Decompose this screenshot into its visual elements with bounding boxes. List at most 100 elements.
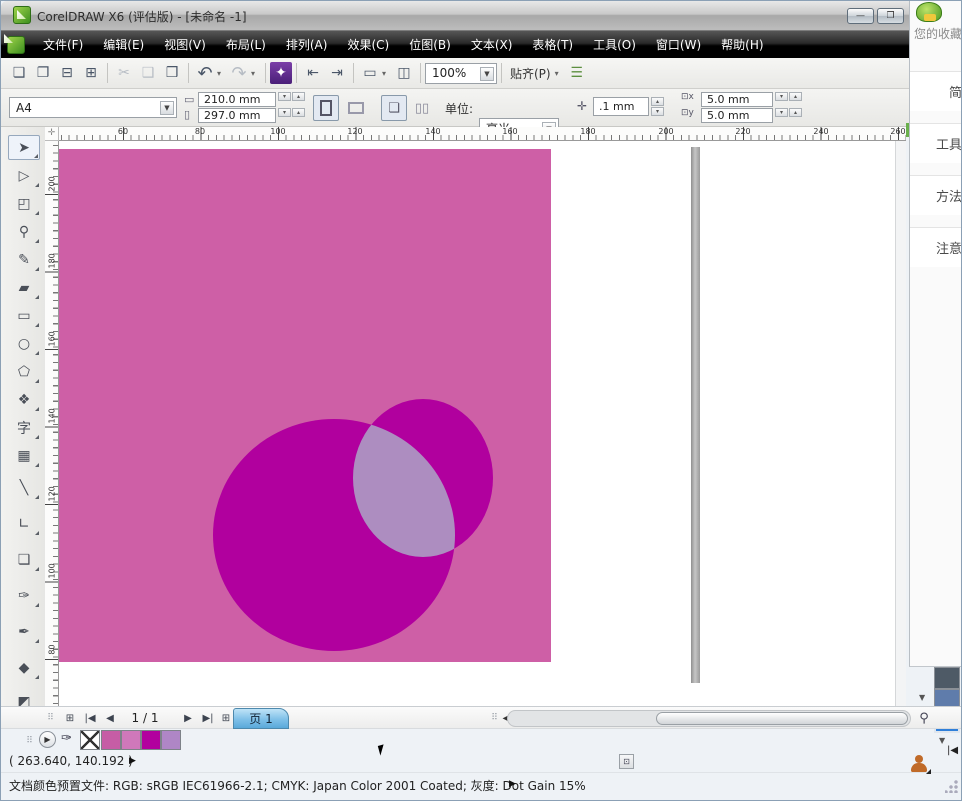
- chevron-down-icon[interactable]: ▼: [480, 67, 494, 81]
- docker-item-notes[interactable]: 注意: [910, 227, 962, 267]
- page-1-tab[interactable]: 页 1: [233, 708, 289, 729]
- page-height-spin-down[interactable]: ▾: [278, 108, 291, 117]
- nudge-spin-up[interactable]: ▴: [651, 97, 664, 106]
- chevron-down-icon[interactable]: ▼: [160, 101, 174, 115]
- snap-to-dropdown-icon[interactable]: ▾: [555, 69, 565, 78]
- undo-icon[interactable]: ↶: [193, 61, 217, 85]
- dup-y-spin-up[interactable]: ▴: [789, 108, 802, 117]
- palette-swatch[interactable]: [934, 667, 960, 689]
- freehand-tool[interactable]: ✎: [8, 247, 40, 272]
- dup-x-spin-up[interactable]: ▴: [789, 92, 802, 101]
- menu-view[interactable]: 视图(V): [157, 31, 213, 58]
- snap-to-button[interactable]: 贴齐(P): [506, 65, 555, 82]
- menu-bitmaps[interactable]: 位图(B): [402, 31, 458, 58]
- horizontal-ruler[interactable]: 60 80 100 120 140 160 180 200 220 240 26…: [59, 127, 906, 141]
- minimize-button[interactable]: —: [847, 8, 874, 24]
- corel-connect-icon[interactable]: ◫: [392, 61, 416, 85]
- menu-window[interactable]: 窗口(W): [649, 31, 708, 58]
- dup-y-spin-down[interactable]: ▾: [775, 108, 788, 117]
- ruler-origin-icon[interactable]: ✛: [45, 127, 59, 141]
- print-icon[interactable]: ⊞: [79, 61, 103, 85]
- zoom-fit-icon[interactable]: ⚲: [915, 709, 933, 727]
- portrait-button[interactable]: [313, 95, 339, 121]
- polygon-tool[interactable]: ⬠: [8, 359, 40, 384]
- first-page-button[interactable]: |◀: [81, 709, 99, 727]
- last-page-button[interactable]: ▶|: [199, 709, 217, 727]
- menu-file[interactable]: 文件(F): [36, 31, 90, 58]
- crop-tool[interactable]: ◰: [8, 191, 40, 216]
- ellipse-tool[interactable]: ○: [8, 331, 40, 356]
- color-eyedropper-tool[interactable]: ✑: [8, 583, 40, 608]
- shape-tool[interactable]: ▷: [8, 163, 40, 188]
- profile-expand-icon[interactable]: ▶: [509, 779, 516, 789]
- horizontal-scrollbar[interactable]: [507, 710, 911, 727]
- undo-dropdown-icon[interactable]: ▾: [217, 69, 227, 78]
- document-color-swatch[interactable]: [161, 730, 181, 750]
- window-resize-grip[interactable]: [945, 779, 959, 793]
- docker-item-tools[interactable]: 工具: [910, 123, 962, 163]
- drop-shadow-tool[interactable]: ❏: [8, 547, 40, 572]
- connector-tool[interactable]: ∟: [8, 511, 40, 536]
- menu-help[interactable]: 帮助(H): [714, 31, 770, 58]
- next-page-button[interactable]: ▶: [179, 709, 197, 727]
- page-width-field[interactable]: 210.0 mm: [198, 92, 276, 107]
- drawing-canvas[interactable]: [59, 141, 906, 706]
- open-icon[interactable]: ❐: [31, 61, 55, 85]
- palette-eyedropper-icon[interactable]: ✑: [61, 731, 72, 746]
- drag-grip[interactable]: ⠿: [45, 709, 57, 727]
- smart-fill-tool[interactable]: ▰: [8, 275, 40, 300]
- fill-tool[interactable]: ◆: [8, 655, 40, 680]
- palette-grip[interactable]: ⠿: [25, 732, 35, 750]
- document-color-swatch[interactable]: [141, 730, 161, 750]
- page-height-field[interactable]: 297.0 mm: [198, 108, 276, 123]
- user-account-icon[interactable]: [909, 755, 929, 773]
- new-document-icon[interactable]: ❏: [7, 61, 31, 85]
- coords-expand-icon[interactable]: ▶: [129, 756, 136, 766]
- zoom-level-combo[interactable]: 100% ▼: [425, 63, 497, 84]
- vertical-scrollbar[interactable]: [895, 141, 906, 706]
- no-color-swatch[interactable]: [80, 730, 100, 750]
- document-color-swatch[interactable]: [121, 730, 141, 750]
- add-page-front-button[interactable]: ⊞: [61, 709, 79, 727]
- landscape-button[interactable]: [343, 95, 369, 121]
- menu-tools[interactable]: 工具(O): [586, 31, 643, 58]
- application-launcher-icon[interactable]: ▭: [358, 61, 382, 85]
- menu-effects[interactable]: 效果(C): [340, 31, 396, 58]
- page-width-spin-down[interactable]: ▾: [278, 92, 291, 101]
- cut-icon[interactable]: ✂: [112, 61, 136, 85]
- menu-text[interactable]: 文本(X): [464, 31, 520, 58]
- menu-table[interactable]: 表格(T): [525, 31, 580, 58]
- duplicate-y-field[interactable]: 5.0 mm: [701, 108, 773, 123]
- save-icon[interactable]: ⊟: [55, 61, 79, 85]
- page-height-spin-up[interactable]: ▴: [292, 108, 305, 117]
- application-launcher-dropdown-icon[interactable]: ▾: [382, 69, 392, 78]
- docker-item-intro[interactable]: 简: [910, 71, 962, 111]
- zoom-tool[interactable]: ⚲: [8, 219, 40, 244]
- vertical-ruler[interactable]: 200 180 160 140 120 100 80: [45, 141, 59, 706]
- paste-icon[interactable]: ❒: [160, 61, 184, 85]
- search-content-icon[interactable]: ✦: [270, 62, 292, 84]
- nudge-distance-field[interactable]: .1 mm: [593, 97, 649, 116]
- nudge-spin-down[interactable]: ▾: [651, 107, 664, 116]
- copy-icon[interactable]: ❑: [136, 61, 160, 85]
- palette-scroll-down-icon[interactable]: ▼: [919, 693, 925, 702]
- previous-page-button[interactable]: ◀: [101, 709, 119, 727]
- corel-welcome-icon[interactable]: [916, 2, 942, 22]
- current-page-button[interactable]: ▯▯: [409, 95, 435, 121]
- basic-shapes-tool[interactable]: ❖: [8, 387, 40, 412]
- object-info-icon[interactable]: ⊡: [619, 754, 634, 769]
- maximize-button[interactable]: ❐: [877, 8, 904, 24]
- menu-arrange[interactable]: 排列(A): [279, 31, 335, 58]
- parallel-dimension-tool[interactable]: ╲: [8, 475, 40, 500]
- outline-pen-tool[interactable]: ✒: [8, 619, 40, 644]
- dup-x-spin-down[interactable]: ▾: [775, 92, 788, 101]
- page-width-spin-up[interactable]: ▴: [292, 92, 305, 101]
- duplicate-x-field[interactable]: 5.0 mm: [701, 92, 773, 107]
- docker-item-methods[interactable]: 方法: [910, 175, 962, 215]
- palette-flyout-icon[interactable]: ▶: [39, 731, 56, 748]
- rectangle-tool[interactable]: ▭: [8, 303, 40, 328]
- horizontal-scrollbar-thumb[interactable]: [656, 712, 908, 725]
- import-icon[interactable]: ⇤: [301, 61, 325, 85]
- table-tool[interactable]: ▦: [8, 443, 40, 468]
- page-size-preset-combo[interactable]: A4 ▼: [9, 97, 177, 118]
